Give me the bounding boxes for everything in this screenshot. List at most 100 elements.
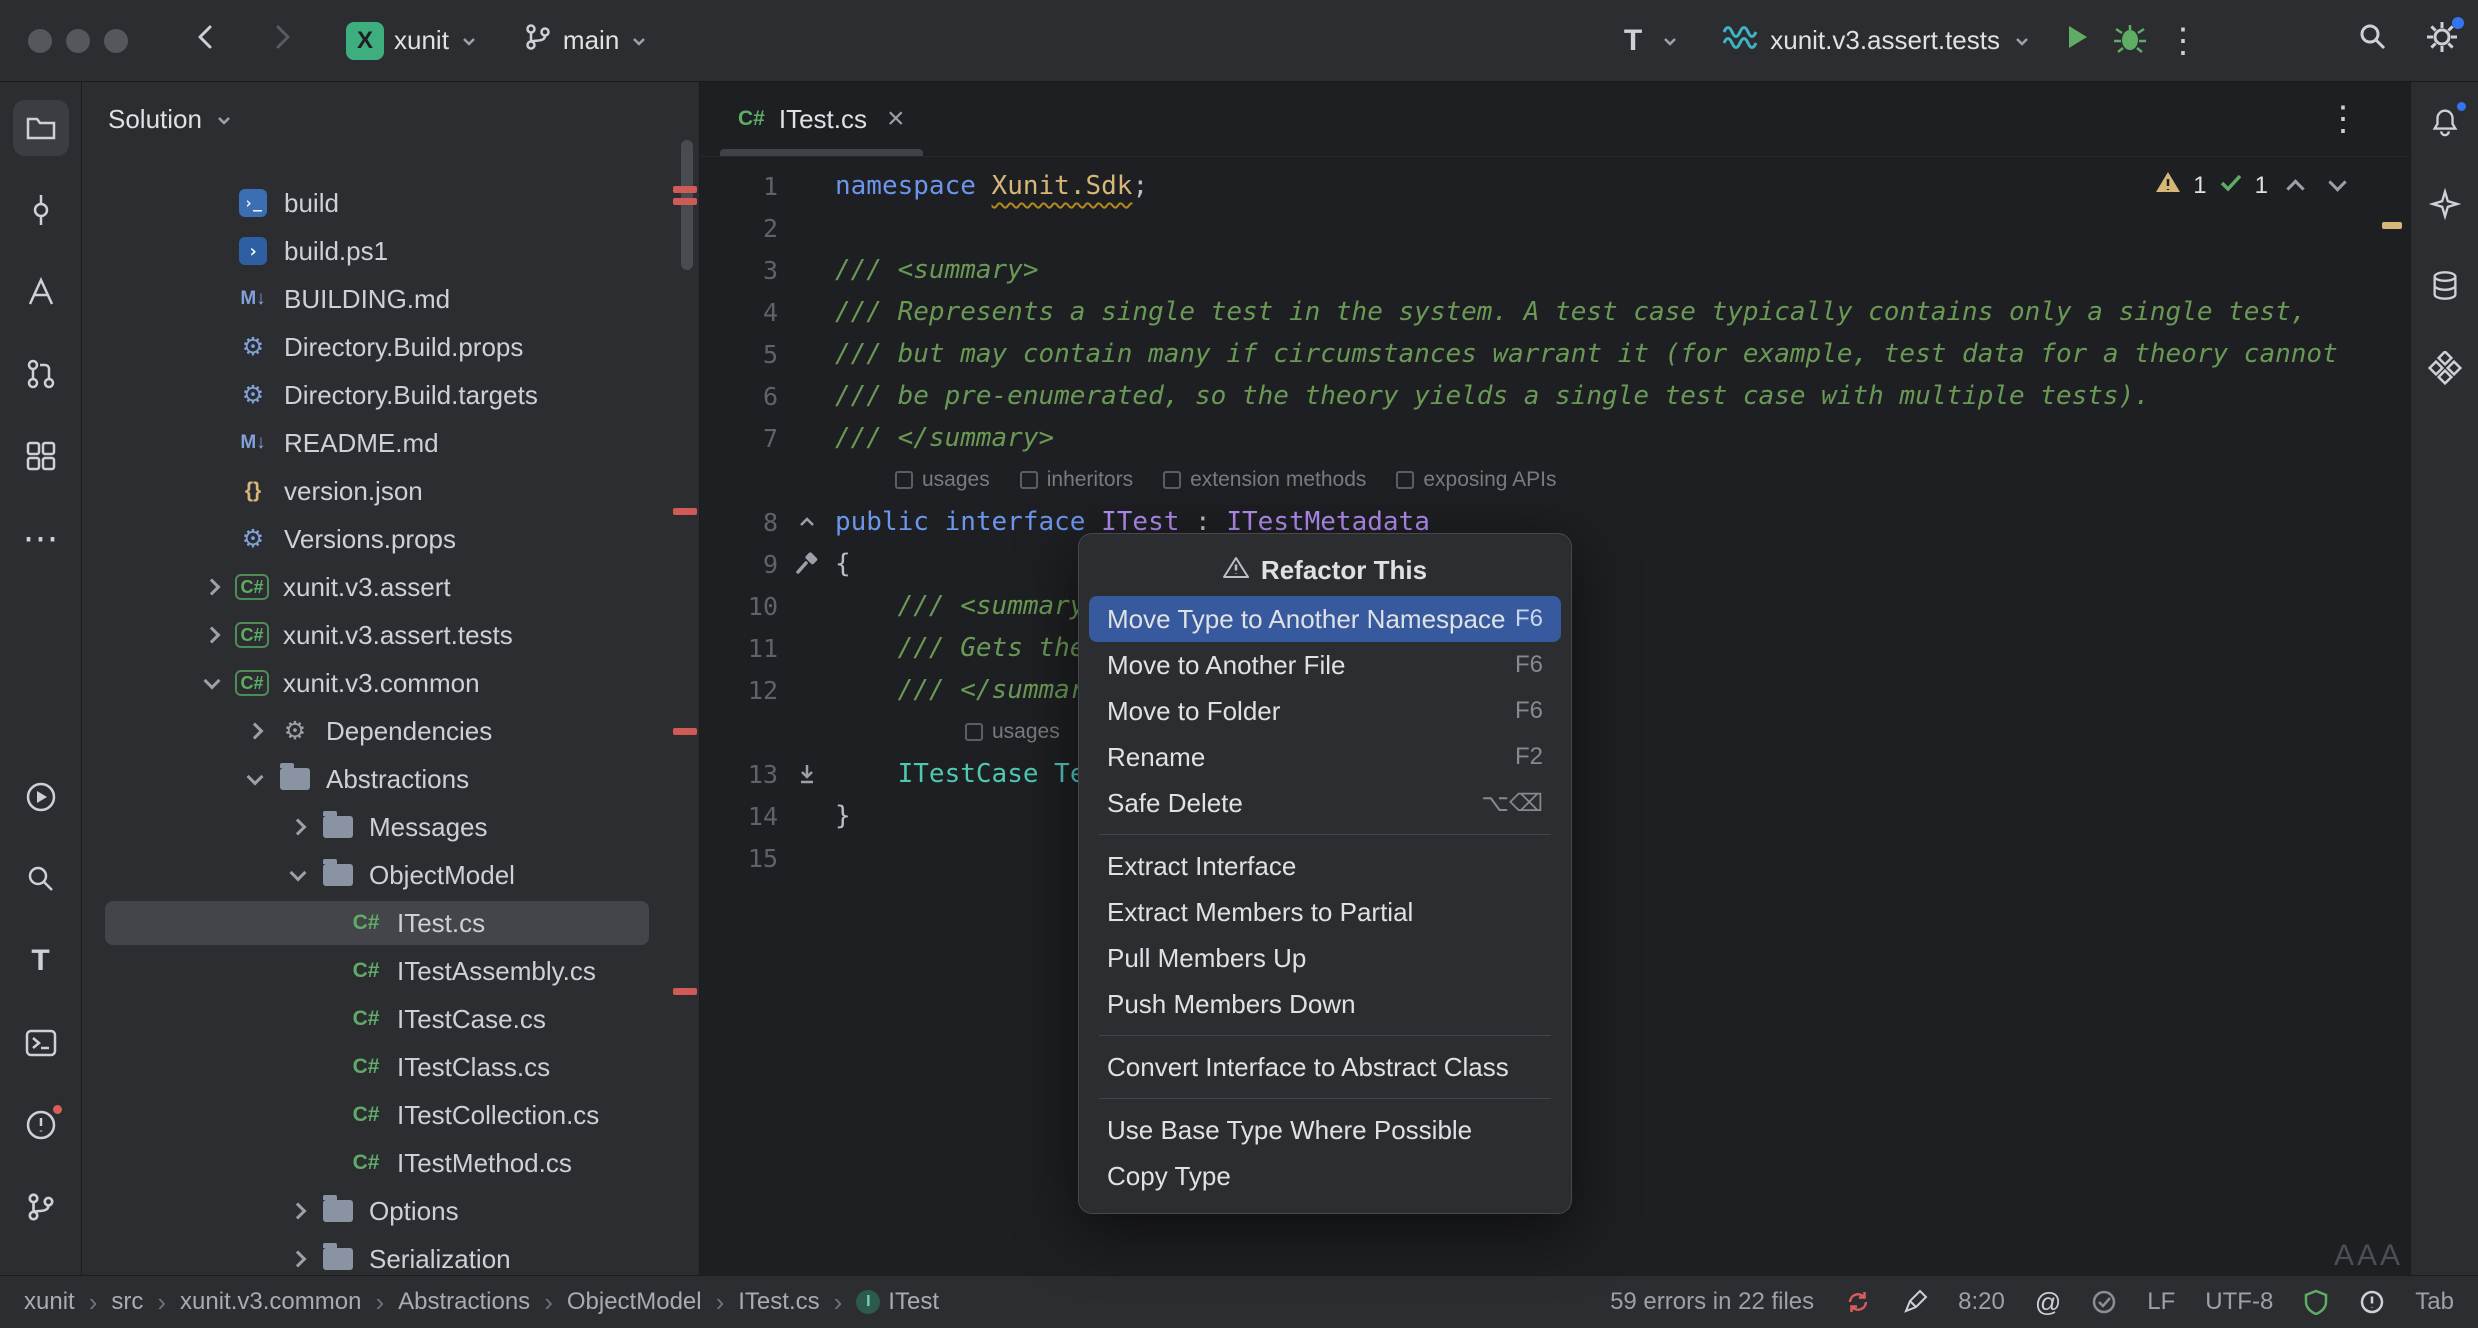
pull-request-icon[interactable] xyxy=(13,346,69,402)
tree-item-directory-build-targets[interactable]: ⚙Directory.Build.targets xyxy=(82,371,699,419)
fold-collapse-icon[interactable] xyxy=(778,510,835,534)
tree-item-serialization[interactable]: Serialization xyxy=(82,1235,699,1275)
solution-panel-header[interactable]: Solution xyxy=(82,82,699,157)
chevron-down-icon[interactable] xyxy=(233,776,277,783)
chevron-down-icon[interactable] xyxy=(1660,31,1680,51)
minimize-window-button[interactable] xyxy=(66,29,90,53)
structure-icon[interactable] xyxy=(13,428,69,484)
tree-item-itestmethod-cs[interactable]: C#ITestMethod.cs xyxy=(82,1139,699,1187)
menu-item-safe-delete[interactable]: Safe Delete⌥⌫ xyxy=(1089,780,1561,826)
back-icon[interactable] xyxy=(190,21,222,60)
breadcrumb-xunit-v3-common[interactable]: xunit.v3.common xyxy=(180,1288,361,1316)
inlay-hint-usages[interactable]: usages xyxy=(965,720,1060,744)
quickfix-hammer-icon[interactable] xyxy=(778,551,835,577)
chevron-down-icon[interactable] xyxy=(276,872,320,879)
editor-tab-itest[interactable]: C# ITest.cs × xyxy=(716,82,927,156)
line-ending[interactable]: LF xyxy=(2147,1288,2175,1316)
menu-item-push-members-down[interactable]: Push Members Down xyxy=(1089,981,1561,1027)
warning-circle-icon[interactable] xyxy=(2359,1289,2385,1315)
breadcrumb-itest[interactable]: IITest xyxy=(856,1288,939,1316)
tree-item-xunit-v3-assert[interactable]: C#xunit.v3.assert xyxy=(82,563,699,611)
tree-item-messages[interactable]: Messages xyxy=(82,803,699,851)
menu-item-move-to-folder[interactable]: Move to FolderF6 xyxy=(1089,688,1561,734)
run-configuration-widget[interactable]: xunit.v3.assert.tests xyxy=(1722,21,2032,60)
ai-assistant-icon[interactable] xyxy=(2419,178,2471,230)
tree-item-directory-build-props[interactable]: ⚙Directory.Build.props xyxy=(82,323,699,371)
vcs-branch-widget[interactable]: main xyxy=(523,22,649,59)
search-everywhere-icon[interactable] xyxy=(13,851,69,907)
chevron-right-icon[interactable] xyxy=(276,1205,320,1217)
timer[interactable]: 8:20 xyxy=(1958,1288,2005,1316)
menu-item-move-type-to-another-namespace[interactable]: Move Type to Another NamespaceF6 xyxy=(1089,596,1561,642)
close-icon[interactable]: × xyxy=(887,104,905,134)
tree-item-version-json[interactable]: {}version.json xyxy=(82,467,699,515)
database-icon[interactable] xyxy=(2419,260,2471,312)
tree-item-itestcollection-cs[interactable]: C#ITestCollection.cs xyxy=(82,1091,699,1139)
encoding[interactable]: UTF-8 xyxy=(2205,1288,2273,1316)
version-control-icon[interactable] xyxy=(13,1179,69,1235)
menu-item-copy-type[interactable]: Copy Type xyxy=(1089,1153,1561,1199)
tree-item-build[interactable]: ›_build xyxy=(82,179,699,227)
maximize-window-button[interactable] xyxy=(104,29,128,53)
close-window-button[interactable] xyxy=(28,29,52,53)
chevron-right-icon[interactable] xyxy=(233,725,277,737)
at-icon[interactable]: @ xyxy=(2035,1287,2061,1318)
inlay-hint-inheritors[interactable]: inheritors xyxy=(1020,468,1133,492)
tree-item-building-md[interactable]: M↓BUILDING.md xyxy=(82,275,699,323)
tree-item-dependencies[interactable]: ⚙Dependencies xyxy=(82,707,699,755)
run-tool-icon[interactable] xyxy=(13,769,69,825)
inspections-widget[interactable]: 1 1 xyxy=(2155,170,2352,201)
search-icon[interactable] xyxy=(2356,20,2390,61)
breadcrumb-objectmodel[interactable]: ObjectModel xyxy=(567,1288,702,1316)
project-widget[interactable]: X xunit xyxy=(346,22,479,60)
menu-item-rename[interactable]: RenameF2 xyxy=(1089,734,1561,780)
tree-item-xunit-v3-assert-tests[interactable]: C#xunit.v3.assert.tests xyxy=(82,611,699,659)
project-tool-icon[interactable] xyxy=(13,100,69,156)
chevron-right-icon[interactable] xyxy=(190,581,234,593)
chevron-right-icon[interactable] xyxy=(276,821,320,833)
previous-issue-icon[interactable] xyxy=(2280,171,2310,201)
tree-item-versions-props[interactable]: ⚙Versions.props xyxy=(82,515,699,563)
tree-item-options[interactable]: Options xyxy=(82,1187,699,1235)
more-options-icon[interactable]: ⋮ xyxy=(2326,99,2360,139)
breadcrumb-itest-cs[interactable]: ITest.cs xyxy=(738,1288,819,1316)
tree-item-objectmodel[interactable]: ObjectModel xyxy=(82,851,699,899)
tree-item-xunit-v3-common[interactable]: C#xunit.v3.common xyxy=(82,659,699,707)
indent-label[interactable]: Tab xyxy=(2415,1288,2454,1316)
pen-icon[interactable] xyxy=(1902,1289,1928,1315)
commit-icon[interactable] xyxy=(13,182,69,238)
next-issue-icon[interactable] xyxy=(2322,171,2352,201)
tree-item-itest-cs[interactable]: C#ITest.cs xyxy=(82,899,699,947)
breadcrumb-src[interactable]: src xyxy=(111,1288,143,1316)
menu-item-use-base-type-where-possible[interactable]: Use Base Type Where Possible xyxy=(1089,1107,1561,1153)
tree-item-itestclass-cs[interactable]: C#ITestClass.cs xyxy=(82,1043,699,1091)
breadcrumb-xunit[interactable]: xunit xyxy=(24,1288,75,1316)
breadcrumb-abstractions[interactable]: Abstractions xyxy=(398,1288,530,1316)
hot-reload-icon[interactable] xyxy=(1844,1288,1872,1316)
terminal-icon[interactable] xyxy=(13,1015,69,1071)
chevron-down-icon[interactable] xyxy=(190,680,234,687)
inlay-hint-exposing-apis[interactable]: exposing APIs xyxy=(1396,468,1556,492)
menu-item-convert-interface-to-abstract-class[interactable]: Convert Interface to Abstract Class xyxy=(1089,1044,1561,1090)
tree-item-abstractions[interactable]: Abstractions xyxy=(82,755,699,803)
menu-item-extract-interface[interactable]: Extract Interface xyxy=(1089,843,1561,889)
tree-item-readme-md[interactable]: M↓README.md xyxy=(82,419,699,467)
letter-a-icon[interactable] xyxy=(13,264,69,320)
menu-item-move-to-another-file[interactable]: Move to Another FileF6 xyxy=(1089,642,1561,688)
more-tools-icon[interactable]: ⋯ xyxy=(13,510,69,566)
menu-item-extract-members-to-partial[interactable]: Extract Members to Partial xyxy=(1089,889,1561,935)
tree-item-build-ps1[interactable]: ›build.ps1 xyxy=(82,227,699,275)
debug-button[interactable] xyxy=(2112,19,2148,62)
run-button[interactable] xyxy=(2060,20,2094,61)
problems-icon[interactable] xyxy=(13,1097,69,1153)
menu-item-pull-members-up[interactable]: Pull Members Up xyxy=(1089,935,1561,981)
error-summary[interactable]: 59 errors in 22 files xyxy=(1610,1288,1814,1316)
check-circle-icon[interactable] xyxy=(2091,1289,2117,1315)
tree-scrollbar[interactable] xyxy=(681,140,693,270)
text-tool-icon[interactable]: T xyxy=(13,933,69,989)
forward-icon[interactable] xyxy=(266,21,298,60)
implemented-marker-icon[interactable] xyxy=(778,762,835,786)
security-shield-icon[interactable] xyxy=(2303,1289,2329,1315)
tree-item-itestcase-cs[interactable]: C#ITestCase.cs xyxy=(82,995,699,1043)
chevron-right-icon[interactable] xyxy=(276,1253,320,1265)
